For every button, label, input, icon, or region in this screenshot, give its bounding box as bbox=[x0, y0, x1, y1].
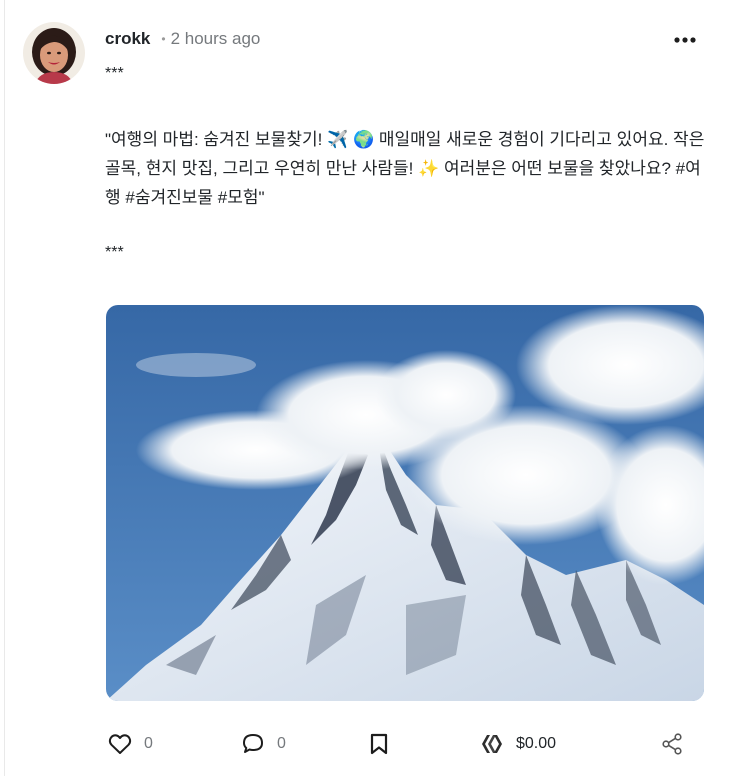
post-card: crokk • 2 hours ago *** "여행의 마법: 숨겨진 보물찾… bbox=[0, 0, 738, 776]
card-border bbox=[4, 0, 5, 776]
like-count: 0 bbox=[144, 735, 153, 752]
post-paragraph: "여행의 마법: 숨겨진 보물찾기! ✈️ 🌍 매일매일 새로운 경험이 기다리… bbox=[105, 130, 705, 207]
divider-bottom: *** bbox=[105, 244, 124, 261]
share-button[interactable] bbox=[661, 726, 683, 762]
avatar[interactable] bbox=[23, 22, 85, 84]
post-actions: 0 0 $0.00 bbox=[0, 726, 738, 762]
bookmark-button[interactable] bbox=[370, 726, 388, 762]
divider-top: *** bbox=[105, 65, 124, 82]
post-image[interactable] bbox=[106, 305, 704, 701]
hive-logo-icon bbox=[480, 733, 504, 755]
author-name[interactable]: crokk bbox=[105, 29, 150, 49]
comment-count: 0 bbox=[277, 735, 286, 752]
more-options-button[interactable] bbox=[666, 28, 704, 52]
payout-value: $0.00 bbox=[516, 735, 557, 752]
payout-button[interactable]: $0.00 bbox=[480, 726, 556, 762]
like-button[interactable]: 0 bbox=[108, 726, 153, 762]
post-time[interactable]: 2 hours ago bbox=[171, 29, 261, 49]
header-separator: • bbox=[161, 32, 166, 46]
bookmark-icon bbox=[370, 733, 388, 755]
heart-icon bbox=[108, 733, 132, 755]
share-icon bbox=[661, 733, 683, 755]
comment-button[interactable]: 0 bbox=[241, 726, 286, 762]
more-dots-icon bbox=[674, 37, 696, 43]
comment-bubble-icon bbox=[241, 732, 265, 756]
post-header: crokk • 2 hours ago bbox=[105, 27, 260, 51]
